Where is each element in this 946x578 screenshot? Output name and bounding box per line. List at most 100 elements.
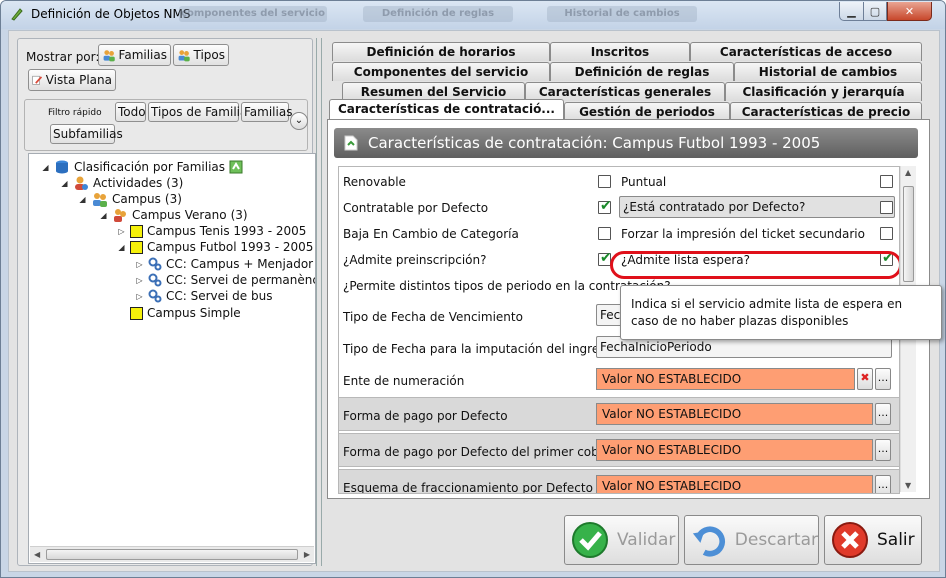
add-icon[interactable] <box>229 160 243 174</box>
close-circle-icon <box>832 522 868 558</box>
undo-icon <box>692 526 726 557</box>
service-icon <box>130 224 143 238</box>
tree-node-label: Campus <box>112 192 161 206</box>
scroll-left-icon[interactable]: ◀ <box>34 550 40 559</box>
mostrar-label: Mostrar por: <box>26 50 100 64</box>
tree-node[interactable]: ◢ Clasificación por Familias <box>41 159 243 175</box>
tab-caracteristicas-contratacion[interactable]: Características de contratació... <box>329 99 564 120</box>
tree-node[interactable]: ▷ Campus Tenis 1993 - 2005 <box>117 223 306 239</box>
vista-plana-button[interactable]: Vista Plana <box>28 69 116 91</box>
service-icon <box>130 306 143 320</box>
puntual-checkbox[interactable] <box>880 175 893 188</box>
collapse-icon[interactable]: ◢ <box>117 243 126 252</box>
people-icon <box>114 209 126 222</box>
tab-definicion-horarios[interactable]: Definición de horarios <box>332 42 550 61</box>
close-button[interactable]: ✕ <box>887 2 932 21</box>
renovable-checkbox[interactable] <box>598 175 611 188</box>
tree-node-count: (3) <box>230 208 248 222</box>
tree-node[interactable]: ▷ CC: Servei de bus <box>135 288 272 304</box>
people-icon <box>93 193 107 207</box>
tab-definicion-reglas[interactable]: Definición de reglas <box>550 62 734 81</box>
esta-contratado-field: ¿Está contratado por Defecto? <box>619 196 895 218</box>
row-baja: Baja En Cambio de Categoría Forzar la im… <box>339 219 899 245</box>
gears-icon <box>148 257 162 271</box>
esta-contratado-checkbox[interactable] <box>880 201 893 214</box>
baja-checkbox[interactable] <box>598 227 611 240</box>
tipo-fecha-venc-value: Fec <box>600 308 621 322</box>
clear-icon[interactable]: ✖ <box>857 368 873 390</box>
esquema-value[interactable]: Valor NO ESTABLECIDO <box>596 475 873 493</box>
tree-node[interactable]: ◢ Actividades (3) <box>60 175 183 191</box>
filter-group: Filtro rápido Todo Tipos de Familia Fami… <box>24 99 308 151</box>
expand-icon[interactable]: ▷ <box>135 260 144 269</box>
tab-clasificacion-jerarquia[interactable]: Clasificación y jerarquía <box>725 82 922 101</box>
tipos-label: Tipos <box>193 48 225 62</box>
expand-icon[interactable]: ▷ <box>117 227 126 236</box>
tree-node[interactable]: ◢ Campus (3) <box>78 191 182 207</box>
admite-pre-label: ¿Admite preinscripción? <box>343 253 487 267</box>
forma-pago-browse-button[interactable]: ... <box>875 403 891 425</box>
scrollbar-thumb[interactable] <box>903 186 914 282</box>
forzar-checkbox[interactable] <box>880 227 893 240</box>
tab-caracteristicas-acceso[interactable]: Características de acceso <box>690 42 922 61</box>
tab-componentes-servicio[interactable]: Componentes del servicio <box>332 62 550 81</box>
validar-label: Validar <box>617 530 676 550</box>
pane-splitter[interactable] <box>316 38 322 566</box>
descartar-button[interactable]: Descartar <box>684 515 819 565</box>
tab-historial-cambios[interactable]: Historial de cambios <box>734 62 922 81</box>
minimize-button[interactable]: ▁ <box>839 2 864 21</box>
salir-button[interactable]: Salir <box>824 515 922 565</box>
ente-label: Ente de numeración <box>343 374 465 388</box>
tree-node[interactable]: ◢ Campus Verano (3) <box>99 207 248 223</box>
forzar-label: Forzar la impresión del ticket secundari… <box>621 227 865 241</box>
tree-node-count: (3) <box>164 192 182 206</box>
collapse-icon[interactable]: ◢ <box>60 179 69 188</box>
collapse-icon[interactable]: ◢ <box>99 211 108 220</box>
validar-button[interactable]: Validar <box>564 515 679 565</box>
panel-title: Características de contratación: Campus … <box>368 134 821 152</box>
vista-plana-label: Vista Plana <box>45 73 112 87</box>
tree-node-label: CC: Servei de permanència <box>166 273 316 287</box>
main-window: Definición de Objetos NMS componentes de… <box>0 0 946 578</box>
expand-filters-icon[interactable]: ⌄ <box>290 112 308 130</box>
database-icon <box>56 160 68 174</box>
esquema-browse-button[interactable]: ... <box>875 475 891 493</box>
filter-subfamilias[interactable]: Subfamilias <box>50 124 123 144</box>
ente-browse-button[interactable]: ... <box>875 368 891 390</box>
check-icon: ✔ <box>600 198 612 214</box>
gears-icon <box>148 273 162 287</box>
tipos-button[interactable]: Tipos <box>173 44 229 66</box>
maximize-button[interactable]: ▢ <box>863 2 887 21</box>
renovable-label: Renovable <box>343 175 406 189</box>
service-icon <box>130 240 143 254</box>
scrollbar-thumb[interactable] <box>46 549 298 560</box>
forma-pago-primer-value[interactable]: Valor NO ESTABLECIDO <box>596 439 873 461</box>
filter-todo[interactable]: Todo <box>115 102 146 122</box>
person-icon <box>75 176 88 190</box>
scroll-right-icon[interactable]: ▶ <box>304 550 310 559</box>
forma-pago-primer-browse-button[interactable]: ... <box>875 439 891 461</box>
scroll-up-icon[interactable]: ▲ <box>905 168 911 177</box>
filter-tipos-familia[interactable]: Tipos de Familia <box>148 102 247 122</box>
tree-node[interactable]: ▷ CC: Servei de permanència <box>135 272 316 288</box>
tree-node-selected[interactable]: ◢ Campus Futbol 1993 - 2005 <box>117 239 313 255</box>
tab-inscritos[interactable]: Inscritos <box>550 42 690 61</box>
collapse-icon[interactable]: ◢ <box>41 163 50 172</box>
puntual-label: Puntual <box>621 175 667 189</box>
esta-contratado-label: ¿Está contratado por Defecto? <box>623 200 806 214</box>
scroll-down-icon[interactable]: ▼ <box>905 481 911 490</box>
collapse-icon[interactable]: ◢ <box>78 195 87 204</box>
tree-node[interactable]: ▷ CC: Campus + Menjador <box>135 256 313 272</box>
expand-icon[interactable]: ▷ <box>135 276 144 285</box>
expand-icon[interactable]: ▷ <box>135 292 144 301</box>
forma-pago-value[interactable]: Valor NO ESTABLECIDO <box>596 403 873 425</box>
contratable-checkbox[interactable]: ✔ <box>598 198 612 214</box>
ente-value[interactable]: Valor NO ESTABLECIDO <box>596 368 855 390</box>
people-icon <box>103 50 115 62</box>
familias-button[interactable]: Familias <box>98 44 171 66</box>
horizontal-scrollbar[interactable]: ◀ ▶ <box>30 546 314 562</box>
tree-node[interactable]: Campus Simple <box>130 305 241 321</box>
filter-familias[interactable]: Familias <box>241 102 292 122</box>
ghost-tab: componentes del servicio <box>179 6 327 22</box>
row-renovable: Renovable Puntual <box>339 167 899 193</box>
